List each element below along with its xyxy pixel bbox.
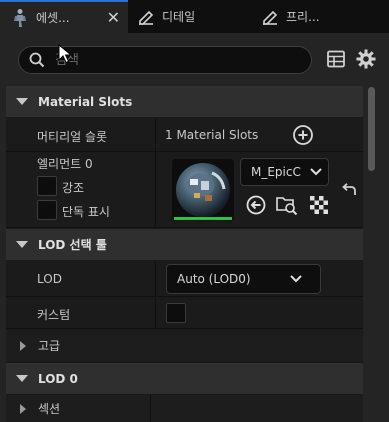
highlight-checkbox[interactable] (37, 176, 57, 196)
collapse-arrow-icon (16, 98, 28, 105)
search-input[interactable] (55, 52, 285, 68)
pencil-icon (263, 10, 278, 25)
add-icon[interactable] (292, 124, 314, 146)
custom-label: 커스텀 (37, 308, 71, 322)
checker-icon[interactable] (310, 196, 328, 214)
close-icon[interactable]: ✕ (107, 8, 120, 27)
element-label: 엘리먼트 0 (37, 157, 93, 171)
reset-to-default-icon[interactable] (341, 183, 357, 197)
custom-checkbox[interactable] (166, 303, 186, 323)
character-icon (14, 8, 26, 27)
collapse-arrow-icon (16, 241, 28, 248)
pencil-icon (139, 10, 154, 25)
tab-preview[interactable]: 프리... (252, 0, 389, 33)
sections-label: 섹션 (38, 402, 61, 416)
material-name: M_EpicC (251, 165, 301, 179)
section-header-lod-picker[interactable]: LOD 선택 툴 (6, 229, 363, 260)
property-sheet: Material Slots 머티리얼 슬롯 1 Material Slots … (6, 86, 363, 422)
table-icon[interactable] (327, 50, 345, 68)
solo-label: 단독 표시 (62, 205, 110, 219)
material-thumbnail[interactable] (172, 159, 234, 221)
gear-icon[interactable] (356, 49, 376, 69)
expand-arrow-icon (20, 403, 26, 414)
tab-preview-label: 프리... (286, 10, 320, 24)
mouse-cursor-icon (58, 44, 72, 64)
material-slots-row: 머티리얼 슬롯 1 Material Slots (6, 118, 363, 152)
collapse-arrow-icon (16, 375, 28, 382)
tab-asset[interactable]: 에셋... ✕ (0, 0, 128, 33)
search-icon (29, 52, 45, 68)
advanced-label: 고급 (38, 339, 61, 353)
custom-row: 커스텀 (6, 298, 363, 329)
lod-label: LOD (37, 272, 62, 286)
tab-bar: 에셋... ✕ 디테일 프리... (0, 0, 389, 33)
highlight-label: 강조 (62, 181, 85, 195)
expand-arrow-icon (20, 340, 26, 351)
sections-expander[interactable]: 섹션 (6, 395, 363, 422)
element-0-row: 엘리먼트 0 강조 단독 표시 M_EpicC (6, 153, 363, 228)
advanced-expander[interactable]: 고급 (6, 330, 363, 361)
section-header-lod0[interactable]: LOD 0 (6, 363, 363, 394)
browse-asset-icon[interactable] (276, 195, 298, 215)
material-select[interactable]: M_EpicC (240, 158, 329, 186)
lod-value: Auto (LOD0) (177, 272, 251, 286)
section-title: LOD 선택 툴 (38, 238, 107, 252)
tab-details-label: 디테일 (162, 10, 196, 24)
section-title: Material Slots (38, 94, 133, 109)
material-preview-image (172, 159, 234, 221)
chevron-down-icon (310, 168, 322, 176)
scrollbar[interactable] (368, 87, 375, 171)
lod-select[interactable]: Auto (LOD0) (166, 264, 321, 294)
tab-asset-label: 에셋... (36, 11, 70, 25)
material-slots-count: 1 Material Slots (165, 128, 259, 142)
material-slots-label: 머티리얼 슬롯 (37, 130, 108, 144)
section-header-material-slots[interactable]: Material Slots (6, 86, 363, 117)
chevron-down-icon (290, 275, 302, 283)
lod-row: LOD Auto (LOD0) (6, 261, 363, 297)
section-title: LOD 0 (38, 371, 78, 386)
use-selected-asset-icon[interactable] (246, 195, 266, 215)
solo-checkbox[interactable] (37, 200, 57, 220)
tab-details[interactable]: 디테일 (128, 0, 246, 33)
